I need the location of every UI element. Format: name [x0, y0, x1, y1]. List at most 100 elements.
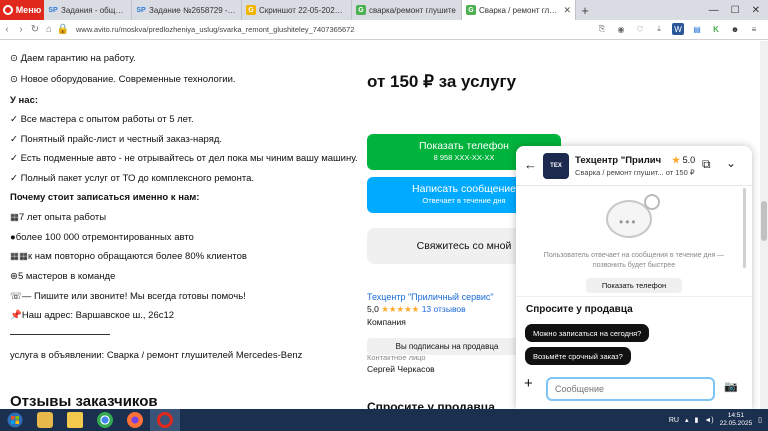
clock-icon: [644, 194, 660, 210]
firefox-taskbar-icon[interactable]: [120, 409, 150, 431]
tab-title: Сварка / ремонт глушит: [479, 5, 558, 15]
google-favicon-icon: G: [356, 5, 366, 15]
seller-rating: 5,0 ★★★★★ 13 отзывов: [367, 304, 466, 315]
dots-icon: •••: [619, 215, 638, 229]
home-icon[interactable]: ⌂: [42, 24, 56, 35]
rating-value: 5,0: [367, 304, 379, 314]
menu-label: Меню: [15, 5, 42, 15]
divider: [516, 296, 752, 297]
bookmark-icon[interactable]: ⎘: [596, 23, 608, 35]
tab-title: Задание №2658729 - про: [149, 5, 237, 15]
description-line: ▦▦к нам повторно обращаются более 80% кл…: [10, 251, 247, 262]
quick-question-chip[interactable]: Возьмёте срочный заказ?: [525, 347, 631, 365]
user-ext-icon[interactable]: ☻: [729, 23, 741, 35]
camera-icon[interactable]: 📷: [724, 380, 738, 393]
tab-task-2658729[interactable]: SP Задание №2658729 - про: [132, 0, 242, 20]
download-icon[interactable]: ⤓: [653, 23, 665, 35]
minimize-icon[interactable]: —: [709, 5, 719, 16]
maximize-icon[interactable]: ☐: [731, 5, 740, 16]
attach-plus-icon[interactable]: +: [524, 375, 533, 392]
description-line: ✓ Есть подменные авто - не отрывайтесь о…: [10, 153, 358, 164]
new-tab-button[interactable]: +: [576, 0, 594, 20]
url-field[interactable]: www.avito.ru/moskva/predlozheniya_uslug/…: [76, 25, 355, 34]
chat-rating-value: 5.0: [682, 155, 696, 165]
tab-welding-search[interactable]: Gсварка/ремонт глушите: [352, 0, 462, 20]
start-button[interactable]: [0, 409, 30, 431]
reviews-heading: Отзывы заказчиков: [10, 393, 158, 409]
chat-show-phone-button[interactable]: Показать телефон: [586, 278, 682, 293]
page-scrollbar[interactable]: [760, 41, 768, 409]
address-line: 📌Наш адрес: Варшавское ш., 26с12: [10, 310, 175, 321]
tab-tasks-list[interactable]: SPЗадания - общий список: [44, 0, 132, 20]
show-desktop-icon[interactable]: ▯: [758, 416, 762, 424]
divider: [10, 334, 110, 335]
address-bar: ‹ › ↻ ⌂ 🔒 www.avito.ru/moskva/predlozhen…: [0, 20, 768, 40]
chat-rating: ★ 5.0: [672, 155, 695, 166]
k-ext-icon[interactable]: K: [710, 23, 722, 35]
description-line: ✓ Понятный прайс-лист и честный заказ-на…: [10, 134, 223, 145]
network-icon[interactable]: ▮: [694, 416, 698, 424]
sp-favicon-icon: SP: [48, 6, 58, 14]
lock-icon: 🔒: [56, 24, 70, 35]
chat-info-text: Пользователь отвечает на сообщения в теч…: [543, 252, 725, 269]
rating-stars-icon: ★★★★★: [381, 304, 420, 314]
contact-person-name: Сергей Черкасов: [367, 364, 435, 374]
chrome-taskbar-icon[interactable]: [90, 409, 120, 431]
description-line: ☏— Пишите или звоните! Мы всегда готовы …: [10, 291, 246, 302]
chat-header: ← ТЕХ Техцентр "Прилич ★ 5.0 Сварка / ре…: [516, 146, 752, 186]
chat-popup: ← ТЕХ Техцентр "Прилич ★ 5.0 Сварка / ре…: [516, 146, 752, 409]
translate-ext-icon[interactable]: ▤: [691, 23, 703, 35]
description-heading: У нас:: [10, 95, 39, 106]
camera-icon[interactable]: ◉: [615, 23, 627, 35]
description-heading: Почему стоит записаться именно к нам:: [10, 192, 200, 203]
date: 22.05.2025: [719, 420, 753, 427]
language-indicator[interactable]: RU: [669, 417, 679, 424]
reload-icon[interactable]: ↻: [28, 24, 42, 35]
opera-taskbar-icon[interactable]: [150, 409, 180, 431]
window-controls: — ☐ ✕: [709, 0, 768, 20]
back-icon[interactable]: ‹: [0, 24, 14, 35]
close-tab-icon[interactable]: ✕: [563, 5, 571, 16]
chat-seller-name: Техцентр "Прилич: [575, 155, 662, 166]
forward-icon[interactable]: ›: [14, 24, 28, 35]
tab-title: сварка/ремонт глушите: [369, 5, 456, 15]
seller-type: Компания: [367, 317, 406, 327]
close-window-icon[interactable]: ✕: [752, 5, 760, 16]
ask-seller-heading: Спросите у продавца: [367, 400, 495, 409]
price: от 150 ₽ за услугу: [367, 72, 517, 91]
opera-menu-button[interactable]: Меню: [0, 0, 44, 20]
reviews-link[interactable]: 13 отзывов: [422, 304, 466, 314]
sp-favicon-icon: SP: [136, 6, 146, 14]
chat-scrollbar[interactable]: [743, 188, 746, 268]
message-input[interactable]: [546, 377, 715, 401]
drive-favicon-icon: G: [246, 5, 256, 15]
time: 14:51: [727, 412, 744, 419]
word-ext-icon[interactable]: W: [672, 23, 684, 35]
tray-arrow-icon[interactable]: ▴: [685, 416, 689, 424]
explorer-taskbar-icon[interactable]: [30, 409, 60, 431]
quick-question-chip[interactable]: Можно записаться на сегодня?: [525, 324, 650, 342]
description-line: ●более 100 000 отремонтированных авто: [10, 232, 194, 243]
tray-clock[interactable]: 14:51 22.05.2025: [720, 412, 753, 428]
description-line: ⊙ Новое оборудование. Современные технол…: [10, 74, 236, 85]
description-line: ✓ Все мастера с опытом работы от 5 лет.: [10, 114, 194, 125]
settings-ext-icon[interactable]: ≡: [748, 23, 760, 35]
contact-person-label: Контактное лицо: [367, 353, 426, 362]
folder-taskbar-icon[interactable]: [60, 409, 90, 431]
open-external-icon[interactable]: ⧉: [702, 157, 711, 172]
scrollbar-thumb[interactable]: [761, 201, 767, 241]
seller-name-link[interactable]: Техцентр "Приличный сервис": [367, 292, 494, 302]
chat-ask-title: Спросите у продавца: [526, 304, 633, 315]
browser-tab-bar: Меню SPЗадания - общий список SPЗадание …: [0, 0, 768, 20]
back-arrow-icon[interactable]: ←: [524, 157, 537, 172]
description-line: ✓ Полный пакет услуг от ТО до комплексно…: [10, 173, 255, 184]
star-icon: ★: [672, 155, 681, 165]
description-line: ▦7 лет опыта работы: [10, 212, 107, 223]
tab-title: Скриншот 22-05-2025 14:: [259, 5, 347, 15]
tab-avito-active[interactable]: GСварка / ремонт глушит ✕: [462, 0, 576, 20]
heart-icon[interactable]: ♡: [634, 23, 646, 35]
tab-screenshot[interactable]: G Скриншот 22-05-2025 14:: [242, 0, 352, 20]
description-line: ⊛5 мастеров в команде: [10, 271, 116, 282]
volume-icon[interactable]: ◄): [704, 417, 713, 424]
chevron-down-icon[interactable]: ⌄: [726, 156, 736, 170]
